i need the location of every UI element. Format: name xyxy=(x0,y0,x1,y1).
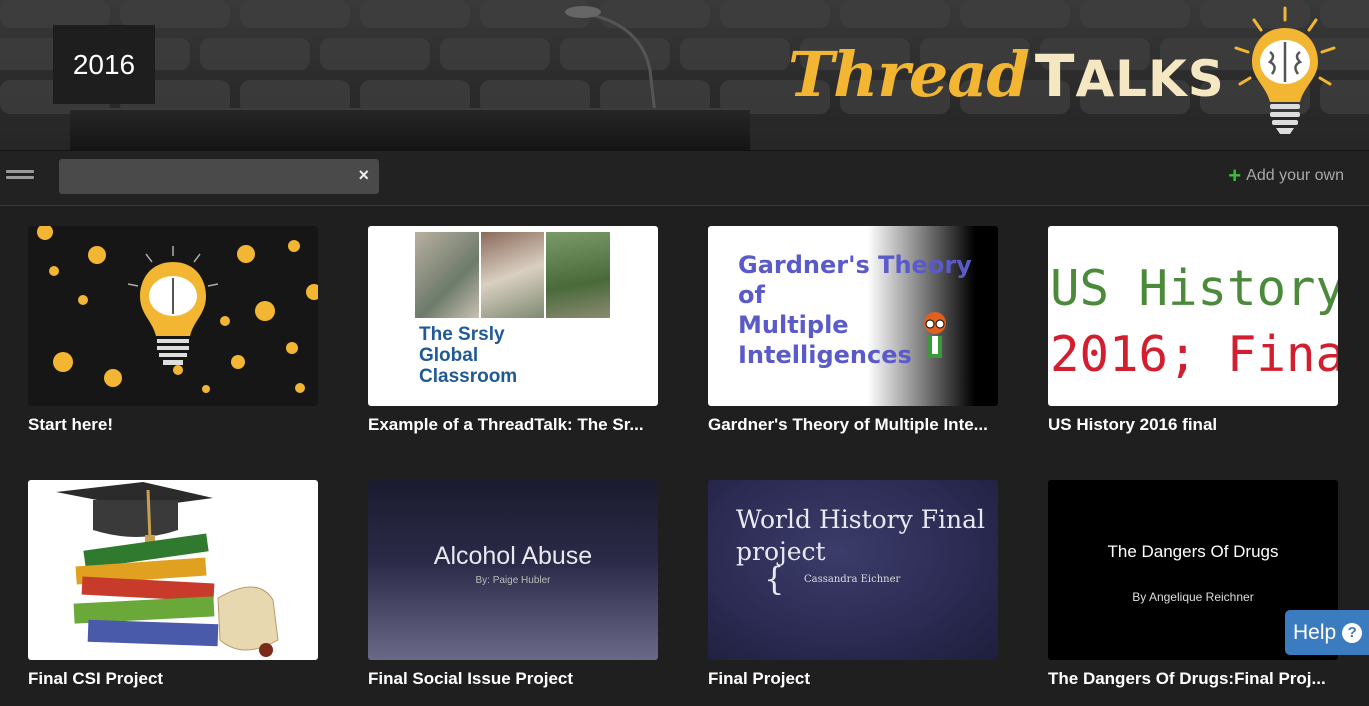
logo-talks-text: TALKS xyxy=(1034,42,1225,110)
card-title[interactable]: US History 2016 final xyxy=(1048,415,1338,435)
thumb-subheading: Cassandra Eichner xyxy=(804,574,901,585)
card-title[interactable]: Gardner's Theory of Multiple Inte... xyxy=(708,415,998,435)
card-thumbnail xyxy=(28,226,318,406)
cartoon-character-icon xyxy=(924,312,946,358)
question-mark-icon: ? xyxy=(1342,622,1363,643)
thumb-heading: World History Final project xyxy=(736,505,986,566)
toolbar: × + Add your own xyxy=(0,150,1369,206)
plus-icon: + xyxy=(1228,163,1242,188)
card-thumbnail xyxy=(28,480,318,660)
threadtalks-logo[interactable]: Thread TALKS xyxy=(788,38,1225,111)
talk-card[interactable]: Alcohol Abuse By: Paige Hubler Final Soc… xyxy=(368,480,658,689)
talk-card[interactable]: Gardner's Theory of Multiple Intelligences … xyxy=(708,226,998,435)
classroom-photos xyxy=(415,232,611,318)
clear-search-icon[interactable]: × xyxy=(358,165,369,186)
help-button[interactable]: Help ? xyxy=(1285,610,1369,655)
talk-card[interactable]: Final CSI Project xyxy=(28,480,318,689)
thumb-subheading: By Angelique Reichner xyxy=(1132,590,1254,604)
hamburger-menu-icon[interactable] xyxy=(6,170,34,186)
brace-glyph: { xyxy=(764,560,785,598)
card-title[interactable]: Example of a ThreadTalk: The Sr... xyxy=(368,415,658,435)
add-your-own-button[interactable]: + Add your own xyxy=(1228,163,1344,188)
header-banner: 2016 Thread TALKS xyxy=(0,0,1369,150)
lightbulb-brain-icon xyxy=(1234,6,1336,134)
card-thumbnail: Gardner's Theory of Multiple Intelligences xyxy=(708,226,998,406)
thumb-heading: The Srsly Global Classroom xyxy=(419,324,518,387)
add-your-own-label: Add your own xyxy=(1246,167,1344,184)
search-box: × xyxy=(59,159,379,194)
year-label: 2016 xyxy=(53,25,155,104)
card-thumbnail: US History 2016; Final xyxy=(1048,226,1338,406)
graduation-books-image xyxy=(56,482,279,657)
talk-card[interactable]: World History Final project { Cassandra E… xyxy=(708,480,998,689)
card-title[interactable]: Final CSI Project xyxy=(28,669,318,689)
card-title[interactable]: Start here! xyxy=(28,415,318,435)
card-title[interactable]: The Dangers Of Drugs:Final Proj... xyxy=(1048,669,1338,689)
card-title[interactable]: Final Project xyxy=(708,669,998,689)
card-thumbnail: Alcohol Abuse By: Paige Hubler xyxy=(368,480,658,660)
talk-card[interactable]: US History 2016; Final US History 2016 f… xyxy=(1048,226,1338,435)
card-thumbnail: The Srsly Global Classroom xyxy=(368,226,658,406)
thumb-heading: The Dangers Of Drugs xyxy=(1107,542,1279,561)
help-label: Help xyxy=(1293,620,1337,644)
search-input[interactable] xyxy=(59,159,339,194)
podium xyxy=(70,108,750,150)
thumb-subheading: 2016; Final xyxy=(1050,326,1338,383)
talk-card[interactable]: The Srsly Global Classroom Example of a Th… xyxy=(368,226,658,435)
talk-card[interactable]: Start here! xyxy=(28,226,318,435)
thumb-subheading: By: Paige Hubler xyxy=(475,575,551,586)
logo-thread-text: Thread xyxy=(788,38,1030,111)
card-thumbnail: World History Final project { Cassandra E… xyxy=(708,480,998,660)
thumb-heading: Alcohol Abuse xyxy=(433,542,593,570)
thumb-heading: US History xyxy=(1050,260,1338,317)
talk-card[interactable]: The Dangers Of Drugs By Angelique Reichn… xyxy=(1048,480,1338,689)
card-title[interactable]: Final Social Issue Project xyxy=(368,669,658,689)
lightbulb-pattern-image xyxy=(37,226,318,393)
